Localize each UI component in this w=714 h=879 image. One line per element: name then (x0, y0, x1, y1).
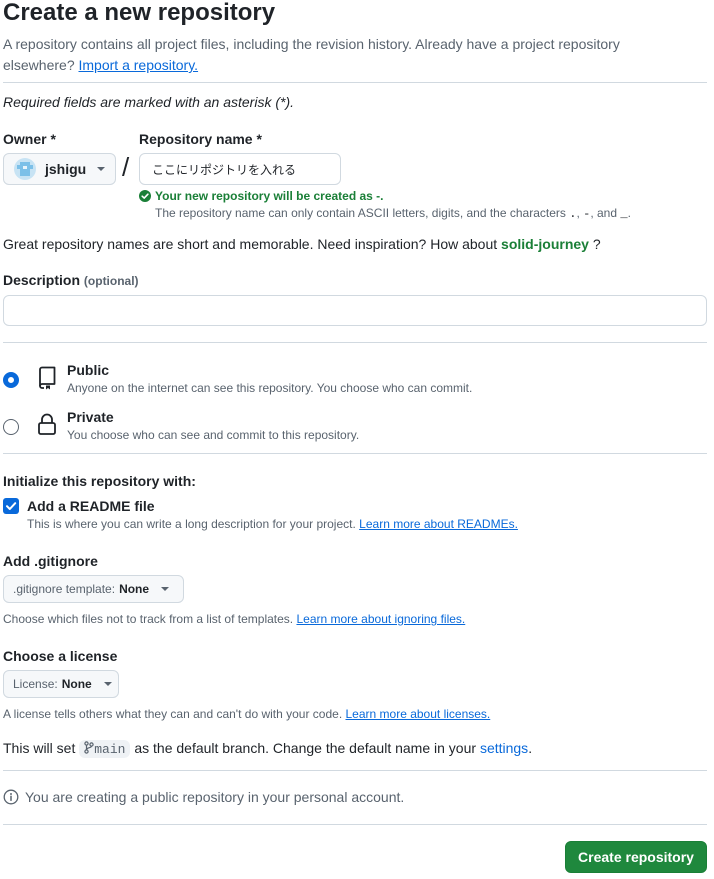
repository-name-rules: The repository name can only contain ASC… (155, 206, 631, 221)
license-description: A license tells others what they can and… (3, 707, 490, 721)
chevron-down-icon (97, 167, 106, 171)
owner-label: Owner * (3, 131, 56, 147)
inspiration-end: ? (592, 236, 601, 252)
public-description: Anyone on the internet can see this repo… (67, 381, 473, 395)
chevron-down-icon (161, 587, 170, 591)
import-repository-link[interactable]: Import a repository. (79, 57, 199, 73)
owner-repo-separator: / (122, 152, 130, 182)
avatar (14, 158, 36, 180)
description-label: Description (3, 272, 81, 288)
gitignore-desc-text: Choose which files not to track from a l… (3, 612, 294, 626)
page-title: Create a new repository (3, 0, 276, 26)
git-branch-icon (84, 741, 94, 754)
owner-select-button[interactable]: jshigu (3, 153, 116, 185)
private-title: Private (67, 409, 114, 425)
license-learn-more-link[interactable]: Learn more about licenses. (346, 707, 491, 721)
required-fields-note: Required fields are marked with an aster… (3, 94, 295, 110)
gitignore-heading: Add .gitignore (3, 553, 98, 569)
private-description: You choose who can see and commit to thi… (67, 428, 360, 442)
suggested-name-button[interactable]: solid-journey (501, 236, 589, 252)
public-title: Public (67, 362, 110, 378)
info-icon (3, 789, 19, 805)
divider (3, 824, 707, 825)
rule-end: . (627, 206, 631, 220)
default-branch-note: This will set main as the default branch… (3, 740, 533, 759)
readme-checkbox[interactable] (3, 498, 19, 514)
name-inspiration: Great repository names are short and mem… (3, 236, 601, 252)
create-repository-button[interactable]: Create repository (565, 841, 707, 873)
repository-name-label: Repository name * (139, 131, 262, 147)
repository-name-success: Your new repository will be created as -… (155, 189, 384, 203)
divider (3, 770, 707, 771)
branch-pill: main (79, 740, 131, 759)
description-input[interactable] (3, 295, 707, 326)
branch-text-before: This will set (3, 740, 76, 756)
rule-char-underscore: _ (620, 207, 628, 221)
divider (3, 453, 707, 454)
owner-name: jshigu (45, 161, 87, 177)
repository-name-input[interactable] (139, 153, 341, 185)
lock-icon (37, 412, 57, 441)
divider (3, 342, 707, 343)
private-radio[interactable] (3, 419, 19, 435)
inspiration-text: Great repository names are short and mem… (3, 236, 498, 252)
divider (3, 82, 707, 83)
visibility-notice: You are creating a public repository in … (3, 789, 404, 805)
settings-link[interactable]: settings (480, 740, 528, 756)
branch-text-end: . (528, 740, 533, 756)
branch-name: main (94, 742, 126, 758)
gitignore-template-select[interactable]: .gitignore template: None (3, 575, 184, 603)
gitignore-select-value: None (119, 582, 150, 596)
readme-learn-more-link[interactable]: Learn more about READMEs. (359, 517, 518, 531)
chevron-down-icon (103, 682, 112, 686)
readme-label[interactable]: Add a README file (27, 498, 155, 514)
gitignore-learn-more-link[interactable]: Learn more about ignoring files. (296, 612, 465, 626)
intro-text: A repository contains all project files,… (3, 34, 693, 76)
public-radio[interactable] (3, 372, 19, 388)
license-select-label: License: (13, 677, 58, 691)
notice-text: You are creating a public repository in … (25, 789, 405, 805)
license-select[interactable]: License: None (3, 670, 119, 698)
rule-separator: , and (590, 206, 618, 220)
repo-icon (36, 366, 58, 395)
readme-desc-text: This is where you can write a long descr… (27, 517, 356, 531)
initialize-heading: Initialize this repository with: (3, 473, 196, 489)
license-select-value: None (61, 677, 92, 691)
gitignore-description: Choose which files not to track from a l… (3, 612, 465, 626)
rules-text: The repository name can only contain ASC… (155, 206, 566, 220)
readme-description: This is where you can write a long descr… (27, 517, 518, 531)
optional-tag: (optional) (83, 274, 139, 288)
license-desc-text: A license tells others what they can and… (3, 707, 343, 721)
license-heading: Choose a license (3, 648, 118, 664)
description-label-row: Description (optional) (3, 272, 139, 288)
gitignore-select-label: .gitignore template: (13, 582, 116, 596)
check-circle-icon (139, 190, 151, 202)
rule-separator: , (576, 206, 580, 220)
branch-text-after: as the default branch. Change the defaul… (134, 740, 477, 756)
